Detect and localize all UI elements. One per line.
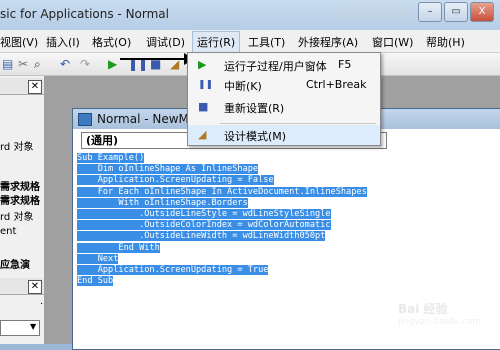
code-text: Application.ScreenUpdating = False: [77, 175, 274, 186]
menu-item-label: 中断(K): [224, 80, 262, 93]
pause-icon: ❚❚: [198, 80, 214, 90]
watermark: Bai 经验 jingyan.baidu.com: [398, 300, 481, 327]
tree-item[interactable]: 需求规格: [0, 192, 40, 207]
code-text: For Each oInlineShape In ActiveDocument.…: [77, 186, 367, 197]
code-text: Sub Example(): [77, 153, 145, 163]
tree-item: .: [40, 296, 44, 307]
annotation-arrow-line: [120, 58, 190, 60]
menu-item-label: 设计模式(M): [224, 130, 287, 143]
window-titlebar: sic for Applications - Normal – ▭ X: [0, 0, 500, 30]
code-window-icon: [78, 113, 92, 126]
undo-icon[interactable]: ↶: [60, 56, 70, 72]
code-line: .OutsideLineWidth = wdLineWidth050pt: [77, 231, 497, 242]
window-title: sic for Applications - Normal: [0, 7, 169, 21]
run-icon[interactable]: ▶: [108, 56, 117, 72]
run-menu-dropdown: ▶ 运行子过程/用户窗体 F5 ❚❚ 中断(K) Ctrl+Break ■ 重新…: [187, 52, 381, 146]
menu-item-shortcut: Ctrl+Break: [306, 78, 367, 91]
code-line: End Sub: [77, 276, 497, 287]
code-line: Dim oInlineShape As InlineShape: [77, 164, 497, 175]
menu-item-label: 运行子过程/用户窗体: [224, 60, 327, 73]
code-text: .OutsideLineStyle = wdLineStyleSingle: [77, 209, 331, 220]
menu-tools[interactable]: 工具(T): [248, 34, 285, 50]
code-text: .OutsideColorIndex = wdColorAutomatic: [77, 220, 331, 231]
code-line: With oInlineShape.Borders: [77, 197, 497, 209]
redo-icon[interactable]: ↷: [80, 56, 90, 72]
tree-item[interactable]: rd 对象: [0, 138, 33, 153]
run-menu-item-run[interactable]: ▶ 运行子过程/用户窗体 F5: [188, 55, 380, 75]
code-line: Application.ScreenUpdating = False: [77, 175, 497, 186]
watermark-main: Bai 经验: [398, 302, 448, 316]
tree-item[interactable]: 需求规格: [0, 178, 40, 193]
code-text: Next: [77, 253, 119, 264]
run-menu-item-break[interactable]: ❚❚ 中断(K) Ctrl+Break: [188, 75, 380, 95]
design-mode-icon: ◢: [198, 128, 207, 141]
code-line: For Each oInlineShape In ActiveDocument.…: [77, 186, 497, 198]
chevron-down-icon[interactable]: ▼: [30, 322, 36, 331]
tree-item[interactable]: ent: [0, 226, 16, 237]
code-window-title: Normal - NewMa: [97, 112, 197, 126]
tree-item[interactable]: rd 对象: [0, 208, 33, 223]
menu-bar: 视图(V) 插入(I) 格式(O) 调试(D) 运行(R) 工具(T) 外接程序…: [0, 30, 500, 53]
save-icon[interactable]: ▤: [2, 56, 13, 72]
code-line: Next: [77, 253, 497, 265]
menu-view[interactable]: 视图(V): [0, 34, 38, 50]
code-text: .OutsideLineWidth = wdLineWidth050pt: [77, 231, 326, 242]
find-icon[interactable]: ⌕: [34, 56, 41, 72]
tree-item[interactable]: 应急演: [0, 256, 30, 271]
titlebar-blurred-region: [340, 6, 410, 20]
stop-icon: ■: [198, 100, 209, 113]
code-line: .OutsideColorIndex = wdColorAutomatic: [77, 220, 497, 231]
menu-addins[interactable]: 外接程序(A): [298, 34, 358, 50]
properties-pane-close-icon[interactable]: ✕: [28, 280, 42, 294]
restore-button[interactable]: ▭: [444, 2, 468, 22]
menu-help[interactable]: 帮助(H): [426, 34, 465, 50]
run-menu-item-reset[interactable]: ■ 重新设置(R): [188, 97, 380, 117]
menu-insert[interactable]: 插入(I): [46, 34, 80, 50]
close-button[interactable]: X: [470, 2, 494, 22]
code-line: Application.ScreenUpdating = True: [77, 265, 497, 276]
menu-run[interactable]: 运行(R): [192, 31, 241, 53]
code-line: End With: [77, 242, 497, 254]
code-text: End With: [77, 242, 160, 253]
watermark-sub: jingyan.baidu.com: [398, 317, 482, 327]
cut-icon[interactable]: ✂: [18, 56, 28, 72]
menu-item-label: 重新设置(R): [224, 102, 285, 115]
project-pane-close-icon[interactable]: ✕: [28, 80, 42, 94]
minimize-button[interactable]: –: [418, 2, 442, 22]
code-text: With oInlineShape.Borders: [77, 197, 248, 208]
code-line: .OutsideLineStyle = wdLineStyleSingle: [77, 209, 497, 220]
play-icon: ▶: [198, 58, 207, 71]
menu-separator: [220, 123, 376, 124]
code-text: Dim oInlineShape As InlineShape: [77, 164, 259, 175]
menu-debug[interactable]: 调试(D): [146, 34, 185, 50]
code-text: End Sub: [77, 276, 114, 287]
code-line: Sub Example(): [77, 153, 497, 164]
code-text: Application.ScreenUpdating = True: [77, 265, 269, 276]
menu-format[interactable]: 格式(O): [92, 34, 131, 50]
run-menu-item-design-mode[interactable]: ◢ 设计模式(M): [188, 125, 380, 145]
project-explorer-pane: ✕ rd 对象 需求规格 需求规格 rd 对象 ent 应急演 ✕ . ▼: [0, 76, 45, 344]
menu-window[interactable]: 窗口(W): [372, 34, 413, 50]
menu-item-shortcut: F5: [338, 58, 352, 71]
